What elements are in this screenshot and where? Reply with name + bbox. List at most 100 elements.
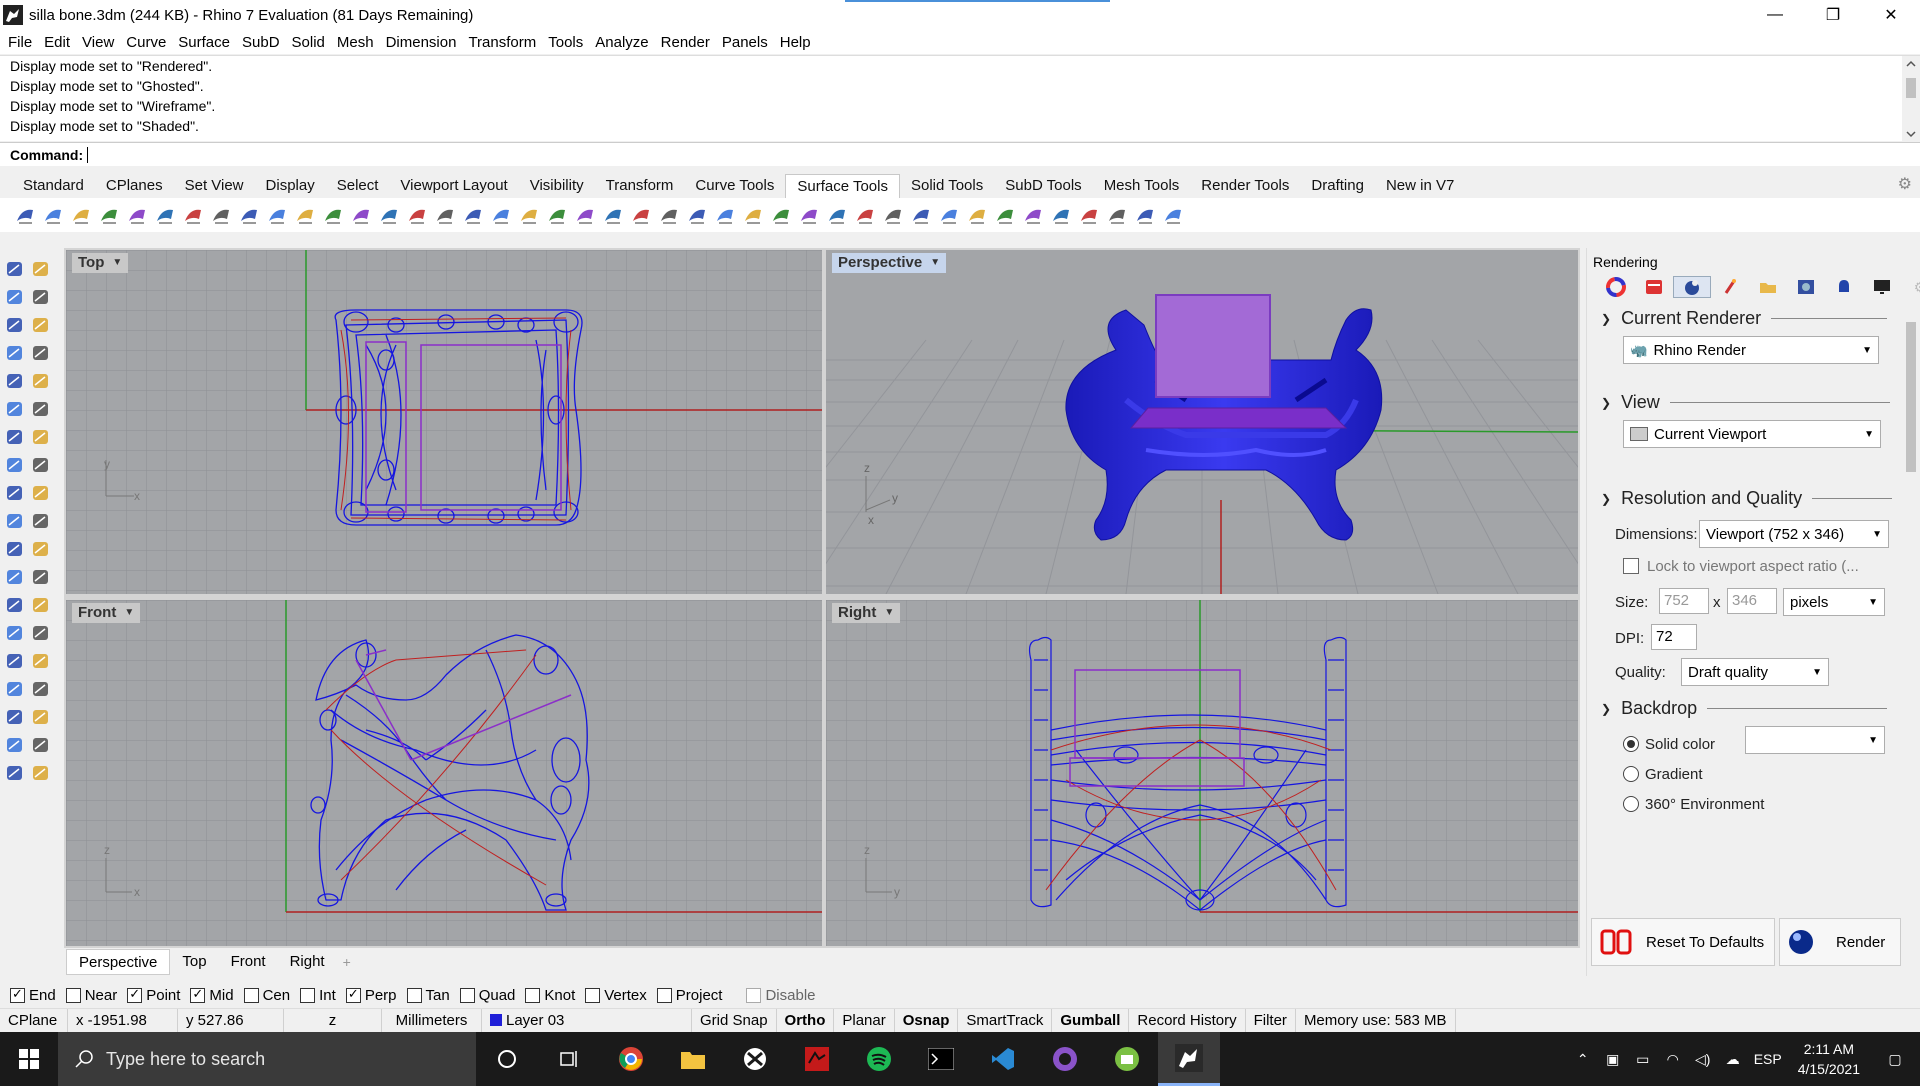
viewport-label-perspective[interactable]: Perspective ▼ xyxy=(832,253,947,273)
tab-transform[interactable]: Transform xyxy=(595,174,685,198)
osnap-near[interactable]: Near xyxy=(65,987,117,1004)
menu-edit[interactable]: Edit xyxy=(38,34,76,51)
move-icon[interactable] xyxy=(30,454,54,478)
curvature-icon[interactable] xyxy=(544,202,570,228)
boolean-icon[interactable] xyxy=(4,426,28,450)
maximize-button[interactable]: ❐ xyxy=(1804,0,1862,30)
vscode-icon[interactable] xyxy=(972,1032,1034,1086)
mirror-icon[interactable] xyxy=(4,510,28,534)
checkbox[interactable] xyxy=(243,987,259,1003)
osnap-project[interactable]: Project xyxy=(656,987,722,1004)
circle-icon[interactable] xyxy=(30,314,54,338)
mesh-icon[interactable] xyxy=(936,202,962,228)
toggle-planar[interactable]: Planar xyxy=(834,1008,895,1033)
checkbox[interactable] xyxy=(345,986,361,1003)
section-current-renderer[interactable]: ❯ Current Renderer xyxy=(1601,308,1888,329)
toggle-grid-snap[interactable]: Grid Snap xyxy=(692,1008,777,1033)
menu-mesh[interactable]: Mesh xyxy=(331,34,380,51)
cone-icon[interactable] xyxy=(852,202,878,228)
solid-color-radio[interactable] xyxy=(1623,736,1639,752)
checkbox[interactable] xyxy=(525,987,541,1003)
light-icon[interactable] xyxy=(4,650,28,674)
checkbox[interactable] xyxy=(190,986,206,1003)
flow-icon[interactable] xyxy=(1160,202,1186,228)
menu-analyze[interactable]: Analyze xyxy=(589,34,654,51)
rebuild-icon[interactable] xyxy=(348,202,374,228)
osnap-point[interactable]: Point xyxy=(127,986,180,1004)
menu-tools[interactable]: Tools xyxy=(542,34,589,51)
height-input[interactable]: 346 xyxy=(1727,588,1777,614)
zebra-icon[interactable] xyxy=(572,202,598,228)
menu-dimension[interactable]: Dimension xyxy=(380,34,463,51)
polyline-icon[interactable] xyxy=(4,286,28,310)
menu-panels[interactable]: Panels xyxy=(716,34,774,51)
chevron-down-icon[interactable]: ❯ xyxy=(1601,492,1611,506)
edge-icon[interactable] xyxy=(628,202,654,228)
red-app-icon[interactable] xyxy=(786,1032,848,1086)
tab-new-in-v7[interactable]: New in V7 xyxy=(1375,174,1465,198)
polygon-icon[interactable] xyxy=(30,342,54,366)
dropdown-arrow-icon[interactable]: ▼ xyxy=(884,603,894,623)
light-icon[interactable] xyxy=(1711,276,1749,298)
toggle-osnap[interactable]: Osnap xyxy=(895,1008,959,1033)
material-icon[interactable] xyxy=(30,622,54,646)
pipe-icon[interactable] xyxy=(4,706,28,730)
osnap-int[interactable]: Int xyxy=(300,987,336,1004)
gradient-radio[interactable] xyxy=(1623,766,1639,782)
loft-icon[interactable] xyxy=(68,202,94,228)
point-icon[interactable] xyxy=(656,202,682,228)
color-wheel-icon[interactable] xyxy=(1597,276,1635,298)
lock-aspect-checkbox[interactable] xyxy=(1623,558,1639,574)
cylinder-icon[interactable] xyxy=(824,202,850,228)
command-input[interactable] xyxy=(87,146,89,163)
monitor-icon[interactable] xyxy=(1863,276,1901,298)
chevron-down-icon[interactable]: ❯ xyxy=(1601,396,1611,410)
environment-icon[interactable] xyxy=(1787,276,1825,298)
environment-radio[interactable] xyxy=(1623,796,1639,812)
section-backdrop[interactable]: ❯ Backdrop xyxy=(1601,698,1888,719)
curve-icon[interactable] xyxy=(30,286,54,310)
camera-icon[interactable] xyxy=(30,650,54,674)
panel-scrollbar[interactable] xyxy=(1902,302,1920,912)
blend2-icon[interactable] xyxy=(1104,202,1130,228)
checkbox[interactable] xyxy=(585,987,601,1003)
merge-icon[interactable] xyxy=(404,202,430,228)
task-view-icon[interactable] xyxy=(476,1032,538,1086)
revolve-icon[interactable] xyxy=(40,202,66,228)
match-icon[interactable] xyxy=(376,202,402,228)
command-line[interactable]: Command: xyxy=(0,142,1920,166)
cloud-icon[interactable]: ☁ xyxy=(1718,1051,1748,1068)
trim-icon[interactable] xyxy=(264,202,290,228)
terminal-icon[interactable] xyxy=(910,1032,972,1086)
minimize-button[interactable]: — xyxy=(1746,0,1804,30)
network-icon[interactable] xyxy=(124,202,150,228)
checkbox[interactable] xyxy=(65,987,81,1003)
dropdown-arrow-icon[interactable]: ▼ xyxy=(930,253,940,273)
battery-icon[interactable]: ▭ xyxy=(1628,1051,1658,1068)
sweep-icon[interactable] xyxy=(30,734,54,758)
chevron-down-icon[interactable]: ❯ xyxy=(1601,702,1611,716)
menu-render[interactable]: Render xyxy=(655,34,716,51)
unit-select[interactable]: pixels ▼ xyxy=(1783,588,1885,616)
renderer-select[interactable]: 🦏 Rhino Render ▼ xyxy=(1623,336,1879,364)
osnap-tan[interactable]: Tan xyxy=(406,987,450,1004)
layer-icon[interactable] xyxy=(4,566,28,590)
backdrop-color-picker[interactable]: ▼ xyxy=(1745,726,1885,754)
toggle-record-history[interactable]: Record History xyxy=(1129,1008,1246,1033)
patch-icon[interactable] xyxy=(152,202,178,228)
rail-icon[interactable] xyxy=(1076,202,1102,228)
dropdown-arrow-icon[interactable]: ▼ xyxy=(112,253,122,273)
point-icon[interactable] xyxy=(30,258,54,282)
layer-indicator[interactable]: Layer 03 xyxy=(482,1008,692,1033)
blend-icon[interactable] xyxy=(180,202,206,228)
android-studio-icon[interactable] xyxy=(1096,1032,1158,1086)
surface-icon[interactable] xyxy=(4,370,28,394)
cap-icon[interactable] xyxy=(1132,202,1158,228)
tab-subd-tools[interactable]: SubD Tools xyxy=(994,174,1092,198)
text-icon[interactable] xyxy=(30,538,54,562)
menu-view[interactable]: View xyxy=(76,34,120,51)
sweep2-icon[interactable] xyxy=(1048,202,1074,228)
close-button[interactable]: ✕ xyxy=(1862,0,1920,30)
select-icon[interactable] xyxy=(4,258,28,282)
language-indicator[interactable]: ESP xyxy=(1748,1051,1788,1067)
